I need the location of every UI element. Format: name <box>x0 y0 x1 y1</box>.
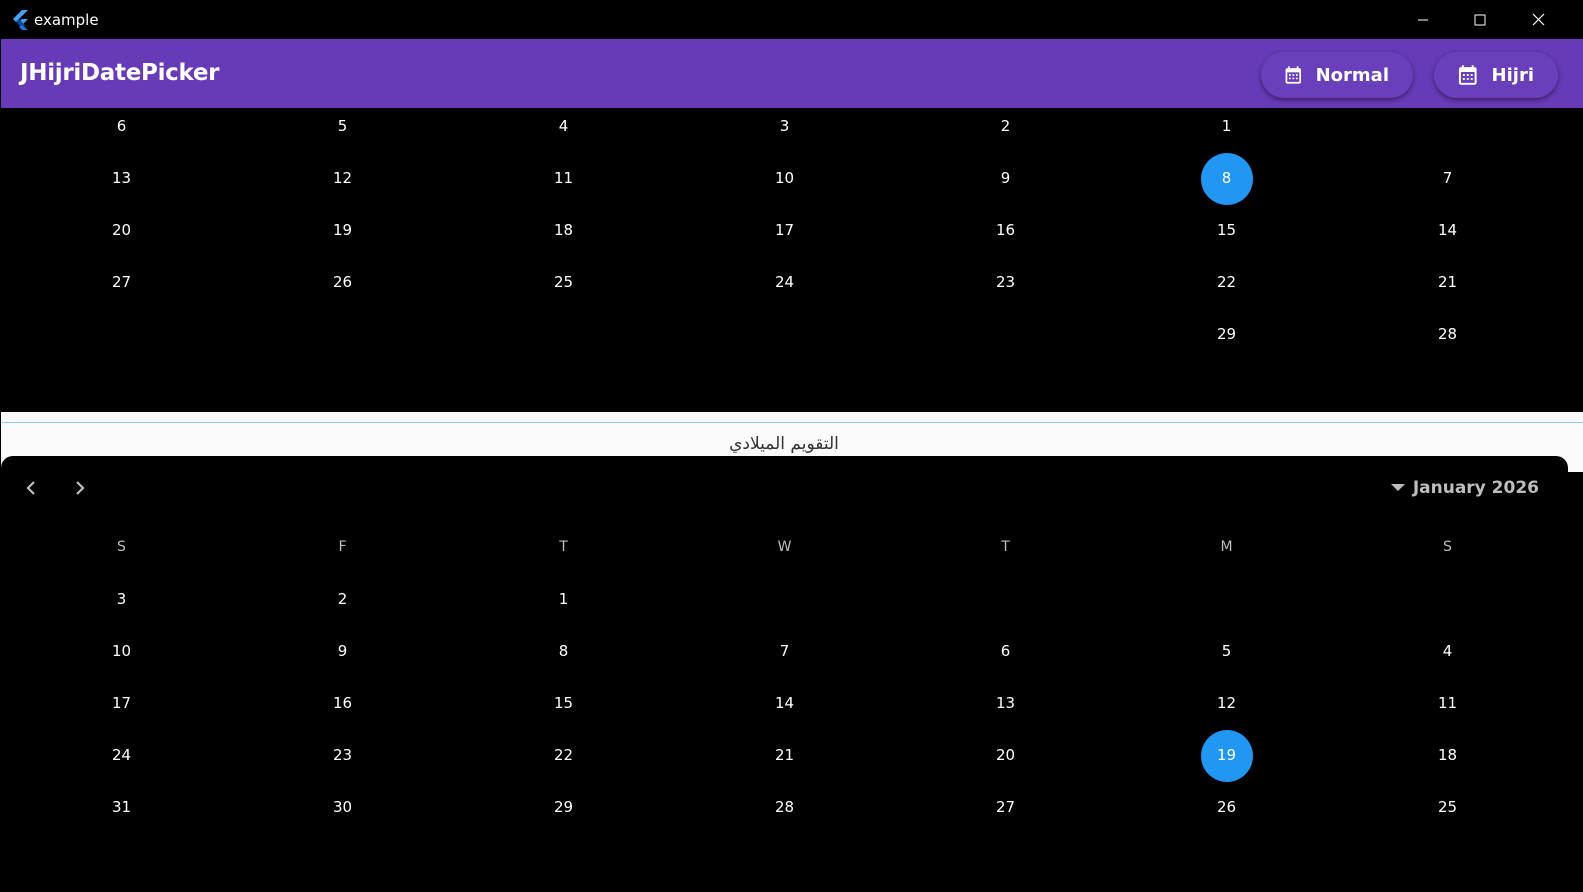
day-cell[interactable]: 2 <box>232 590 453 608</box>
day-cell[interactable]: 25 <box>1337 798 1558 816</box>
day-cell[interactable]: 5 <box>232 117 453 135</box>
minimize-button[interactable] <box>1394 0 1452 39</box>
day-cell[interactable]: 16 <box>232 694 453 712</box>
day-cell[interactable]: 6 <box>895 642 1116 660</box>
chevron-right-icon <box>76 481 85 495</box>
close-icon <box>1532 13 1544 26</box>
day-cell[interactable]: 26 <box>232 273 453 291</box>
day-cell[interactable]: 20 <box>895 746 1116 764</box>
weekday-header: S <box>117 539 126 555</box>
weekday-header: T <box>1001 539 1010 555</box>
weekday-header: M <box>1220 539 1233 555</box>
day-cell[interactable]: 15 <box>453 694 674 712</box>
close-button[interactable] <box>1509 0 1567 39</box>
app-title: JHijriDatePicker <box>20 60 220 86</box>
chevron-left-icon <box>26 481 35 495</box>
day-cell[interactable]: 9 <box>895 169 1116 187</box>
day-cell[interactable]: 13 <box>11 169 232 187</box>
day-cell[interactable]: 16 <box>895 221 1116 239</box>
weekday-header: W <box>777 539 792 555</box>
day-cell[interactable]: 1 <box>1116 117 1337 135</box>
weekday-header: S <box>1443 539 1452 555</box>
day-cell[interactable]: 24 <box>674 273 895 291</box>
day-cell-selected[interactable]: 19 <box>1116 746 1337 764</box>
day-cell[interactable]: 27 <box>11 273 232 291</box>
calendar-icon <box>1458 65 1477 85</box>
day-cell[interactable]: 15 <box>1116 221 1337 239</box>
day-cell[interactable]: 27 <box>895 798 1116 816</box>
window-title: example <box>34 11 99 29</box>
day-cell[interactable]: 12 <box>232 169 453 187</box>
normal-button-label: Normal <box>1315 64 1389 86</box>
day-cell[interactable]: 28 <box>1337 325 1558 343</box>
day-cell[interactable]: 26 <box>1116 798 1337 816</box>
day-cell[interactable]: 21 <box>674 746 895 764</box>
month-year-label: January 2026 <box>1412 478 1539 498</box>
day-cell[interactable]: 18 <box>453 221 674 239</box>
day-cell[interactable]: 8 <box>453 642 674 660</box>
day-cell[interactable]: 1 <box>453 590 674 608</box>
day-cell[interactable]: 23 <box>895 273 1116 291</box>
day-cell-selected[interactable]: 8 <box>1116 169 1337 187</box>
day-cell[interactable]: 20 <box>11 221 232 239</box>
day-cell[interactable]: 21 <box>1337 273 1558 291</box>
day-cell[interactable]: 29 <box>453 798 674 816</box>
previous-month-button[interactable] <box>14 471 48 505</box>
day-cell[interactable]: 25 <box>453 273 674 291</box>
day-cell[interactable]: 9 <box>232 642 453 660</box>
day-cell[interactable]: 24 <box>11 746 232 764</box>
weekday-header: T <box>559 539 568 555</box>
gregorian-calendar-label: التقويم الميلادي <box>729 434 839 454</box>
weekday-header: F <box>338 539 347 555</box>
hijri-button-label: Hijri <box>1491 64 1534 86</box>
day-cell[interactable]: 2 <box>895 117 1116 135</box>
divider-line <box>1 422 1583 423</box>
day-cell[interactable]: 18 <box>1337 746 1558 764</box>
day-cell[interactable]: 11 <box>453 169 674 187</box>
maximize-button[interactable] <box>1451 0 1509 39</box>
day-cell[interactable]: 23 <box>232 746 453 764</box>
gregorian-date-picker <box>1 456 1568 892</box>
dropdown-arrow-icon <box>1390 484 1405 491</box>
day-cell[interactable]: 12 <box>1116 694 1337 712</box>
day-cell[interactable]: 29 <box>1116 325 1337 343</box>
day-cell[interactable]: 7 <box>674 642 895 660</box>
day-cell[interactable]: 13 <box>895 694 1116 712</box>
day-cell[interactable]: 28 <box>674 798 895 816</box>
day-cell[interactable]: 6 <box>11 117 232 135</box>
day-cell[interactable]: 31 <box>11 798 232 816</box>
day-cell[interactable]: 10 <box>674 169 895 187</box>
day-cell[interactable]: 14 <box>1337 221 1558 239</box>
day-cell[interactable]: 4 <box>1337 642 1558 660</box>
day-cell[interactable]: 19 <box>232 221 453 239</box>
day-cell[interactable]: 11 <box>1337 694 1558 712</box>
hijri-date-button[interactable]: Hijri <box>1434 52 1558 98</box>
day-cell[interactable]: 22 <box>453 746 674 764</box>
next-month-button[interactable] <box>63 471 97 505</box>
day-cell[interactable]: 17 <box>674 221 895 239</box>
maximize-icon <box>1474 14 1486 25</box>
day-cell[interactable]: 10 <box>11 642 232 660</box>
day-cell[interactable]: 3 <box>674 117 895 135</box>
flutter-logo-icon <box>13 10 28 30</box>
window-titlebar <box>0 0 1583 39</box>
day-cell[interactable]: 14 <box>674 694 895 712</box>
day-cell[interactable]: 17 <box>11 694 232 712</box>
calendar-icon <box>1285 66 1302 84</box>
day-cell[interactable]: 5 <box>1116 642 1337 660</box>
minimize-icon <box>1418 19 1428 20</box>
day-cell[interactable]: 3 <box>11 590 232 608</box>
day-cell[interactable]: 4 <box>453 117 674 135</box>
day-cell[interactable]: 30 <box>232 798 453 816</box>
normal-date-button[interactable]: Normal <box>1261 52 1413 98</box>
month-year-selector[interactable]: January 2026 <box>1390 478 1539 498</box>
day-cell[interactable]: 7 <box>1337 169 1558 187</box>
day-cell[interactable]: 22 <box>1116 273 1337 291</box>
